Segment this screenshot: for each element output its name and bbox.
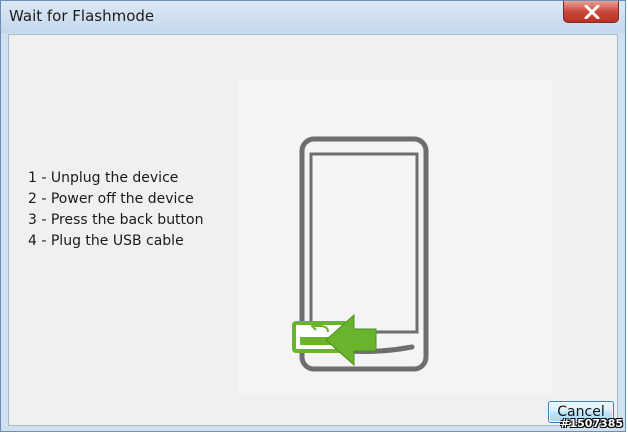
dialog-content: 1 - Unplug the device 2 - Power off the … <box>8 34 618 426</box>
window-title: Wait for Flashmode <box>9 7 155 25</box>
close-icon <box>584 5 600 19</box>
instruction-step-4: 4 - Plug the USB cable <box>28 233 184 249</box>
instruction-step-3: 3 - Press the back button <box>28 212 204 228</box>
instruction-list: 1 - Unplug the device 2 - Power off the … <box>28 168 203 252</box>
instruction-step-2: 2 - Power off the device <box>28 191 194 207</box>
title-bar[interactable]: Wait for Flashmode <box>1 1 625 33</box>
close-button[interactable] <box>563 1 619 23</box>
watermark-id: #1507385 <box>560 417 623 430</box>
flashmode-illustration <box>238 80 553 395</box>
instruction-step-1: 1 - Unplug the device <box>28 170 179 186</box>
dialog-window: Wait for Flashmode 1 - Unplug the device… <box>0 0 626 432</box>
phone-illustration <box>292 136 429 372</box>
